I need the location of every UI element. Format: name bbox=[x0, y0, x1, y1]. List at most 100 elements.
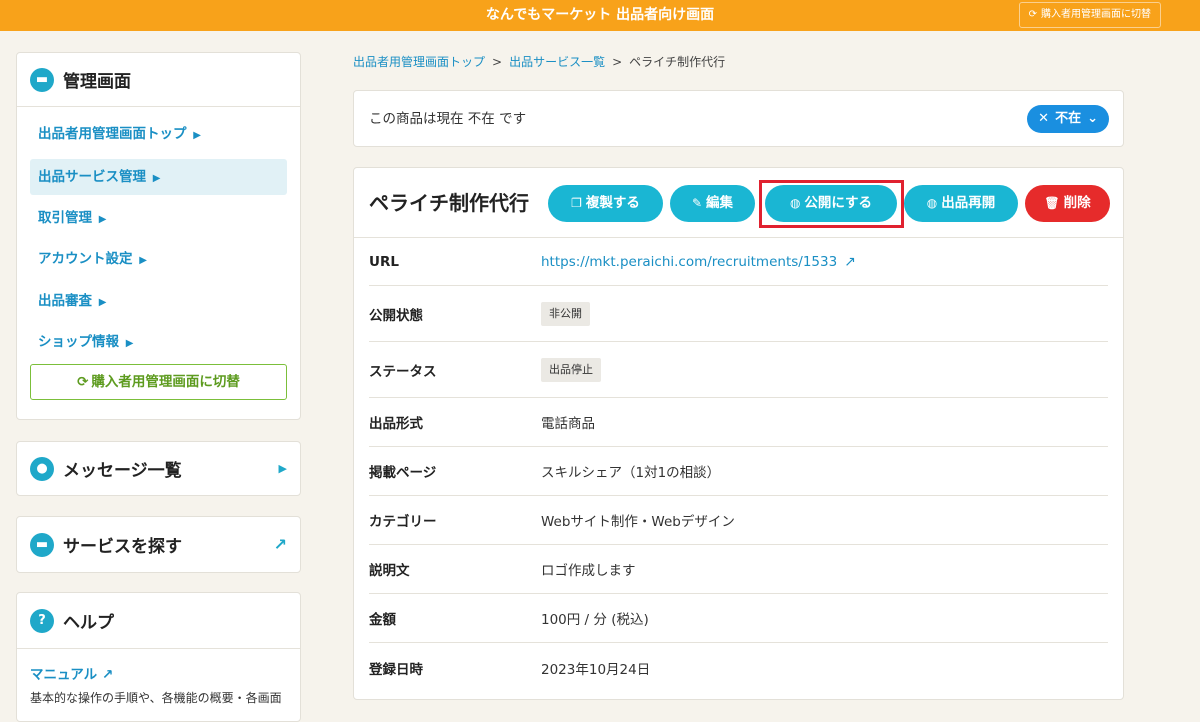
switch-to-buyer-button[interactable]: ⟳ 購入者用管理画面に切替 bbox=[1018, 2, 1161, 28]
sidebar-item-label: 出品者用管理画面トップ bbox=[38, 126, 187, 142]
external-link-icon: ↗ bbox=[101, 667, 114, 683]
caret-right-icon: ▶ bbox=[98, 213, 107, 225]
manual-link[interactable]: マニュアル ↗ bbox=[17, 649, 300, 683]
sidebar-item-label: 出品サービス管理 bbox=[38, 168, 146, 185]
breadcrumb-separator: > bbox=[492, 55, 503, 69]
help-header: ? ヘルプ bbox=[17, 593, 300, 649]
detail-row-registered: 登録日時 2023年10月24日 bbox=[369, 643, 1108, 692]
sidebar-item-service-management[interactable]: 出品サービス管理 ▶ bbox=[30, 158, 287, 195]
relist-label: 出品再開 bbox=[941, 195, 996, 211]
breadcrumb-separator: > bbox=[612, 55, 623, 69]
sidebar-item-label: 出品審査 bbox=[38, 292, 92, 309]
row-label: 金額 bbox=[369, 612, 396, 628]
availability-card: この商品は現在 不在 です ✕ 不在 ⌄ bbox=[353, 90, 1124, 147]
detail-row-status: ステータス 出品停止 bbox=[369, 342, 1108, 398]
service-detail-table: URL https://mkt.peraichi.com/recruitment… bbox=[354, 238, 1123, 692]
breadcrumb-current: ペライチ制作代行 bbox=[629, 55, 726, 69]
duplicate-button[interactable]: ❐ 複製する bbox=[548, 185, 663, 222]
sidebar-item-shop-info[interactable]: ショップ情報 ▶ bbox=[30, 322, 287, 364]
shop-icon: ▬ bbox=[30, 67, 54, 92]
help-title: ヘルプ bbox=[63, 613, 114, 633]
help-description: 基本的な操作の手順や、各機能の概要・各画面 bbox=[30, 691, 282, 705]
breadcrumb-seller-top[interactable]: 出品者用管理画面トップ bbox=[353, 55, 485, 69]
availability-dropdown[interactable]: ✕ 不在 ⌄ bbox=[1027, 105, 1109, 133]
away-user-icon: ✕ bbox=[1038, 111, 1050, 126]
duplicate-label: 複製する bbox=[585, 195, 640, 211]
admin-menu-header: ▬ 管理画面 bbox=[17, 53, 300, 107]
row-value: スキルシェア（1対1の相談） bbox=[541, 465, 721, 481]
row-label: カテゴリー bbox=[369, 514, 437, 530]
switch-to-buyer-label: 購入者用管理画面に切替 bbox=[1041, 9, 1151, 20]
status-tag: 出品停止 bbox=[541, 357, 601, 382]
service-url-link[interactable]: https://mkt.peraichi.com/recruitments/15… bbox=[541, 238, 856, 285]
chevron-down-icon: ⌄ bbox=[1087, 111, 1098, 126]
detail-row-page: 掲載ページ スキルシェア（1対1の相談） bbox=[369, 447, 1108, 496]
row-value: Webサイト制作・Webデザイン bbox=[541, 514, 735, 530]
row-label: 掲載ページ bbox=[369, 465, 437, 481]
row-label: 登録日時 bbox=[369, 661, 423, 678]
availability-value: 不在 bbox=[1055, 111, 1082, 126]
trash-icon: 🗑 bbox=[1044, 196, 1060, 210]
arrow-right-icon: ▶ bbox=[278, 462, 287, 475]
sidebar-switch-to-buyer-button[interactable]: ⟳ 購入者用管理画面に切替 bbox=[30, 363, 287, 400]
caret-right-icon: ▶ bbox=[139, 255, 147, 266]
relist-button[interactable]: ◍ 出品再開 bbox=[904, 185, 1018, 222]
service-detail-card: ペライチ制作代行 ❐ 複製する ✎ 編集 ◍ 公開にする ◍ 出品再開 🗑 削除 URL … bbox=[353, 167, 1124, 700]
detail-row-price: 金額 100円 / 分 (税込) bbox=[369, 594, 1108, 643]
sidebar-item-account-settings[interactable]: アカウント設定 ▶ bbox=[30, 239, 287, 281]
sidebar-item-label: 取引管理 bbox=[38, 209, 92, 226]
breadcrumb-service-list[interactable]: 出品サービス一覧 bbox=[509, 55, 605, 69]
url-text: https://mkt.peraichi.com/recruitments/15… bbox=[541, 253, 838, 270]
breadcrumb: 出品者用管理画面トップ > 出品サービス一覧 > ペライチ制作代行 bbox=[353, 53, 725, 70]
manual-link-label: マニュアル bbox=[30, 667, 98, 683]
sidebar-item-transactions[interactable]: 取引管理 ▶ bbox=[30, 198, 287, 240]
find-services-card[interactable]: ▬ サービスを探す ↗ bbox=[16, 516, 301, 573]
row-label: URL bbox=[369, 253, 399, 270]
row-value: 出品停止 bbox=[541, 342, 601, 397]
caret-right-icon: ▶ bbox=[193, 130, 201, 141]
caret-right-icon: ▶ bbox=[98, 296, 107, 308]
sidebar-item-listing-review[interactable]: 出品審査 ▶ bbox=[30, 281, 287, 323]
row-value: ロゴ作成します bbox=[541, 563, 636, 579]
service-detail-header: ペライチ制作代行 ❐ 複製する ✎ 編集 ◍ 公開にする ◍ 出品再開 🗑 削除 bbox=[354, 168, 1123, 238]
edit-button[interactable]: ✎ 編集 bbox=[670, 185, 755, 222]
globe-icon: ◍ bbox=[926, 196, 938, 210]
delete-button[interactable]: 🗑 削除 bbox=[1025, 185, 1110, 222]
shop-icon: ▬ bbox=[30, 532, 54, 557]
row-value: 非公開 bbox=[541, 286, 590, 341]
find-services-title: サービスを探す bbox=[63, 537, 182, 557]
row-value: 100円 / 分 (税込) bbox=[541, 612, 649, 628]
refresh-icon: ⟳ bbox=[77, 373, 89, 390]
question-icon: ? bbox=[30, 608, 54, 633]
row-label: 説明文 bbox=[369, 563, 410, 579]
detail-row-description: 説明文 ロゴ作成します bbox=[369, 545, 1108, 594]
sidebar-switch-label: 購入者用管理画面に切替 bbox=[91, 373, 240, 390]
sidebar-item-label: アカウント設定 bbox=[38, 251, 133, 267]
top-bar: なんでもマーケット 出品者向け画面 ⟳ 購入者用管理画面に切替 bbox=[0, 0, 1200, 31]
messages-card[interactable]: ● メッセージ一覧 ▶ bbox=[16, 441, 301, 496]
admin-menu-title: 管理画面 bbox=[63, 72, 131, 92]
caret-right-icon: ▶ bbox=[152, 172, 161, 184]
detail-row-visibility: 公開状態 非公開 bbox=[369, 286, 1108, 342]
sidebar-item-seller-top[interactable]: 出品者用管理画面トップ ▶ bbox=[30, 114, 287, 156]
refresh-icon: ⟳ bbox=[1028, 9, 1037, 20]
row-label: ステータス bbox=[369, 363, 437, 380]
row-value: 2023年10月24日 bbox=[541, 661, 651, 678]
external-link-icon: ↗ bbox=[844, 253, 856, 270]
detail-row-category: カテゴリー Webサイト制作・Webデザイン bbox=[369, 496, 1108, 545]
detail-row-format: 出品形式 電話商品 bbox=[369, 398, 1108, 447]
admin-menu-card: ▬ 管理画面 出品者用管理画面トップ ▶ 出品サービス管理 ▶ 取引管理 ▶ ア… bbox=[16, 52, 301, 420]
publish-button-highlight bbox=[759, 180, 904, 228]
row-label: 出品形式 bbox=[369, 416, 423, 432]
copy-icon: ❐ bbox=[571, 196, 582, 210]
sidebar-item-label: ショップ情報 bbox=[38, 334, 119, 350]
delete-label: 削除 bbox=[1063, 195, 1091, 211]
chat-icon: ● bbox=[30, 456, 54, 481]
messages-title: メッセージ一覧 bbox=[63, 461, 182, 481]
service-title: ペライチ制作代行 bbox=[369, 191, 529, 215]
detail-row-url: URL https://mkt.peraichi.com/recruitment… bbox=[369, 238, 1108, 286]
caret-right-icon: ▶ bbox=[125, 338, 134, 349]
availability-text: この商品は現在 不在 です bbox=[369, 111, 527, 127]
visibility-tag: 非公開 bbox=[541, 301, 590, 326]
row-label: 公開状態 bbox=[369, 307, 423, 324]
